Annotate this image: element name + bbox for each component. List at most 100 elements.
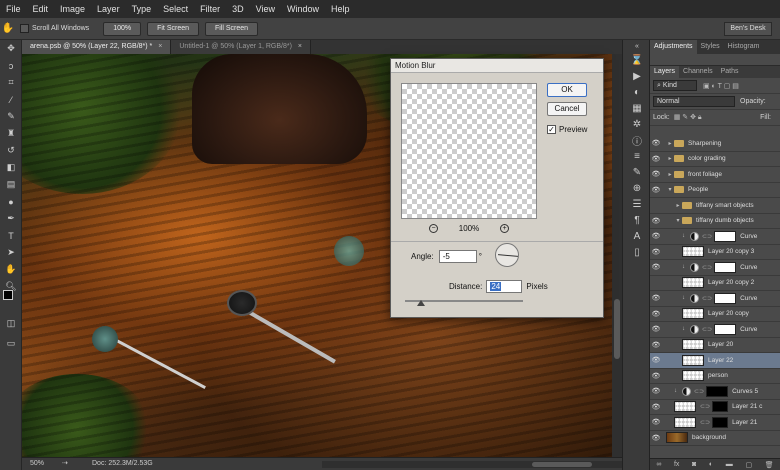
layer-name[interactable]: Curve <box>740 264 757 271</box>
layer-name[interactable]: Layer 20 copy <box>708 310 749 317</box>
layer-thumbnail[interactable] <box>682 339 704 351</box>
filter-icons[interactable]: ▣ ◐ T ▢ ▤ <box>703 82 739 90</box>
lock-icons[interactable]: ▦ ✎ ✥ 🔒︎ <box>674 113 702 122</box>
layer-name[interactable]: front foliage <box>688 171 722 178</box>
visibility-eye-icon[interactable]: 👁︎ <box>650 403 662 411</box>
tab-channels[interactable]: Channels <box>679 66 717 78</box>
layer-row[interactable]: 👁︎ ↓ ⊂⊃ Curve <box>650 229 780 245</box>
visibility-eye-icon[interactable]: 👁︎ <box>650 294 662 302</box>
visibility-eye-icon[interactable]: 👁︎ <box>650 248 662 256</box>
layer-name[interactable]: background <box>692 434 726 441</box>
layer-name[interactable]: Layer 21 c <box>732 403 762 410</box>
menu-edit[interactable]: Edit <box>27 0 55 18</box>
zoom-in-icon[interactable]: + <box>500 224 509 233</box>
character-icon[interactable]: A <box>623 228 651 244</box>
visibility-eye-icon[interactable]: 👁︎ <box>650 217 662 225</box>
layer-row[interactable]: 👁︎ background <box>650 431 780 446</box>
mask-icon[interactable]: ◙ <box>692 461 696 468</box>
dodge-tool-icon[interactable]: ● <box>0 193 22 210</box>
preview-checkbox[interactable]: ✓ <box>547 125 556 134</box>
info-icon[interactable]: ⓘ <box>623 132 651 148</box>
cancel-button[interactable]: Cancel <box>547 102 587 116</box>
layer-row[interactable]: 👁︎ ↓ ⊂⊃ Curves 5 <box>650 384 780 400</box>
link-icon[interactable]: ⊂⊃ <box>700 419 710 426</box>
tab-histogram[interactable]: Histogram <box>724 40 764 54</box>
visibility-eye-icon[interactable]: 👁︎ <box>650 155 662 163</box>
layer-name[interactable]: Curve <box>740 326 757 333</box>
tab-untitled[interactable]: Untitled-1 @ 50% (Layer 1, RGB/8*) × <box>171 40 312 54</box>
link-icon[interactable]: ⊂⊃ <box>702 264 712 271</box>
visibility-eye-icon[interactable]: 👁︎ <box>650 186 662 194</box>
layer-row[interactable]: 👁︎ ↓ ⊂⊃ Curve <box>650 260 780 276</box>
layer-mask-thumbnail[interactable] <box>706 385 729 397</box>
layer-name[interactable]: Curve <box>740 233 757 240</box>
layer-name[interactable]: color grading <box>688 155 726 162</box>
layer-row[interactable]: 👁︎ ▾ People <box>650 183 780 198</box>
layer-name[interactable]: People <box>688 186 708 193</box>
chevron-right-icon[interactable]: ▸ <box>674 202 682 209</box>
link-icon[interactable]: ⊂⊃ <box>702 295 712 302</box>
layer-thumbnail[interactable] <box>682 370 704 382</box>
layer-row[interactable]: 👁︎ ⊂⊃ Layer 21 c <box>650 400 780 415</box>
color-icon[interactable]: ◐ <box>623 84 651 100</box>
layer-row[interactable]: 👁︎ ▸ color grading <box>650 152 780 167</box>
export-icon[interactable]: ⇢ <box>62 458 68 470</box>
menu-3d[interactable]: 3D <box>226 0 250 18</box>
chevron-right-icon[interactable]: ▸ <box>666 155 674 162</box>
swatches-icon[interactable]: ▦ <box>623 100 651 116</box>
clone-stamp-tool-icon[interactable]: ♜ <box>0 125 22 142</box>
visibility-eye-icon[interactable]: 👁︎ <box>650 434 662 442</box>
layer-row[interactable]: 👁︎ ▸ front foliage <box>650 167 780 183</box>
layer-row[interactable]: 👁︎ ⊂⊃ Layer 21 <box>650 415 780 431</box>
visibility-eye-icon[interactable]: 👁︎ <box>650 356 662 364</box>
layer-thumbnail[interactable] <box>682 354 704 366</box>
scroll-all-checkbox[interactable] <box>20 24 29 33</box>
screen-mode-icon[interactable]: ▭ <box>0 335 22 352</box>
layer-row[interactable]: 👁︎ person <box>650 369 780 384</box>
visibility-eye-icon[interactable]: 👁︎ <box>650 341 662 349</box>
preview-checkbox-row[interactable]: ✓ Preview <box>547 125 587 134</box>
layer-mask-thumbnail[interactable] <box>714 230 737 242</box>
layer-name[interactable]: person <box>708 372 728 379</box>
lasso-tool-icon[interactable]: ↄ <box>0 57 22 74</box>
visibility-eye-icon[interactable]: 👁︎ <box>650 170 662 178</box>
layer-mask-thumbnail[interactable] <box>714 323 737 335</box>
settings-icon[interactable]: ✲ <box>623 116 651 132</box>
scroll-thumb[interactable] <box>532 462 592 467</box>
layer-name[interactable]: Curve <box>740 295 757 302</box>
ok-button[interactable]: OK <box>547 83 587 97</box>
layer-name[interactable]: Layer 22 <box>708 357 733 364</box>
visibility-eye-icon[interactable]: 👁︎ <box>650 279 662 287</box>
layer-name[interactable]: Curves 5 <box>732 388 758 395</box>
adjust-icon[interactable]: ◐ <box>709 461 713 468</box>
chevron-right-icon[interactable]: ▸ <box>666 171 674 178</box>
visibility-eye-icon[interactable]: 👁︎ <box>650 139 662 147</box>
layer-row[interactable]: 👁︎ ↓ ⊂⊃ Curve <box>650 322 780 338</box>
layer-name[interactable]: Layer 20 copy 3 <box>708 248 754 255</box>
link-icon[interactable]: ⊂⊃ <box>700 403 710 410</box>
layer-thumbnail[interactable] <box>682 308 704 320</box>
layer-mask-thumbnail[interactable] <box>714 292 737 304</box>
layer-row[interactable]: 👁︎ Layer 20 <box>650 338 780 353</box>
kind-select[interactable]: ⌕ Kind <box>653 80 697 91</box>
layer-row[interactable]: 👁︎ ▸ tiffany smart objects <box>650 198 780 214</box>
layer-thumbnail[interactable] <box>674 416 696 428</box>
horizontal-scrollbar[interactable] <box>322 461 622 468</box>
fill-screen-button[interactable]: Fill Screen <box>205 21 259 36</box>
collapse-icon[interactable]: « <box>623 40 651 52</box>
folder-icon[interactable]: ▬ <box>726 461 733 468</box>
tab-adjustments[interactable]: Adjustments <box>650 40 697 54</box>
layer-mask-thumbnail[interactable] <box>712 401 729 413</box>
menu-image[interactable]: Image <box>54 0 91 18</box>
blend-mode-select[interactable]: Normal <box>653 96 735 107</box>
notes-icon[interactable]: ▯ <box>623 244 651 260</box>
zoom-level[interactable]: 50% <box>30 458 44 470</box>
distance-slider[interactable] <box>405 300 523 306</box>
visibility-eye-icon[interactable]: 👁︎ <box>650 310 662 318</box>
close-icon[interactable]: × <box>298 43 302 50</box>
vertical-scrollbar[interactable] <box>612 54 622 457</box>
distance-input[interactable]: 24 <box>486 280 523 293</box>
menu-file[interactable]: File <box>0 0 27 18</box>
type-tool-icon[interactable]: T <box>0 227 22 244</box>
layer-name[interactable]: Sharpening <box>688 140 721 147</box>
